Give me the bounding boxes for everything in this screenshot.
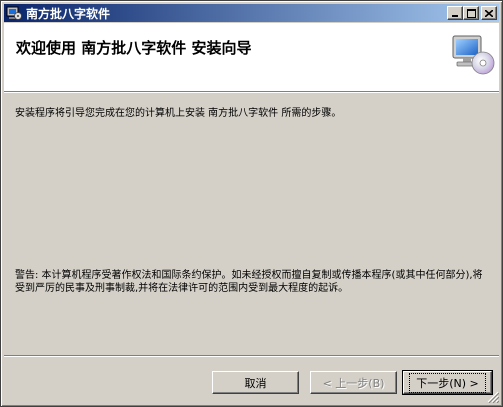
back-button[interactable]: < 上一步(B) — [310, 371, 397, 394]
resize-grip-icon[interactable] — [487, 391, 499, 403]
cancel-button[interactable]: 取消 — [212, 371, 299, 394]
computer-cd-icon — [452, 35, 495, 75]
title-bar[interactable]: 南方批八字软件 — [4, 4, 499, 22]
minimize-icon — [452, 15, 458, 17]
intro-text: 安装程序将引导您完成在您的计算机上安装 南方批八字软件 所需的步骤。 — [15, 108, 342, 119]
page-title: 欢迎使用 南方批八字软件 安装向导 — [16, 39, 252, 57]
installer-window: 南方批八字软件 欢迎使用 南方批八字软件 安装向导 安装程序将引导您完成在您的计… — [0, 0, 503, 407]
wizard-header: 欢迎使用 南方批八字软件 安装向导 — [4, 23, 499, 92]
next-button[interactable]: 下一步(N) > — [402, 370, 493, 395]
close-icon — [485, 9, 493, 17]
next-button-label: 下一步(N) > — [409, 372, 486, 393]
minimize-button[interactable] — [447, 6, 463, 20]
maximize-icon — [466, 8, 476, 18]
copyright-warning: 警告: 本计算机程序受著作权法和国际条约保护。如未经授权而擅自复制或传播本程序(… — [15, 270, 483, 294]
window-title: 南方批八字软件 — [26, 6, 111, 21]
installer-icon — [6, 6, 22, 20]
footer-divider — [4, 355, 499, 357]
title-buttons — [447, 6, 497, 20]
maximize-button[interactable] — [463, 6, 479, 20]
header-divider — [4, 92, 499, 93]
close-button[interactable] — [481, 6, 497, 20]
